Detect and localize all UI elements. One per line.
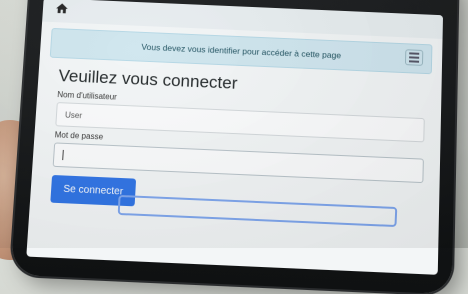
- alert-message: Vous devez vous identifier pour accéder …: [141, 41, 342, 61]
- tablet-device: Vous devez vous identifier pour accéder …: [10, 0, 458, 294]
- username-value: User: [64, 109, 83, 120]
- tablet-screen: Vous devez vous identifier pour accéder …: [26, 0, 444, 275]
- hamburger-menu-icon[interactable]: [404, 49, 424, 66]
- text-caret: [62, 149, 64, 161]
- home-icon[interactable]: [54, 1, 69, 20]
